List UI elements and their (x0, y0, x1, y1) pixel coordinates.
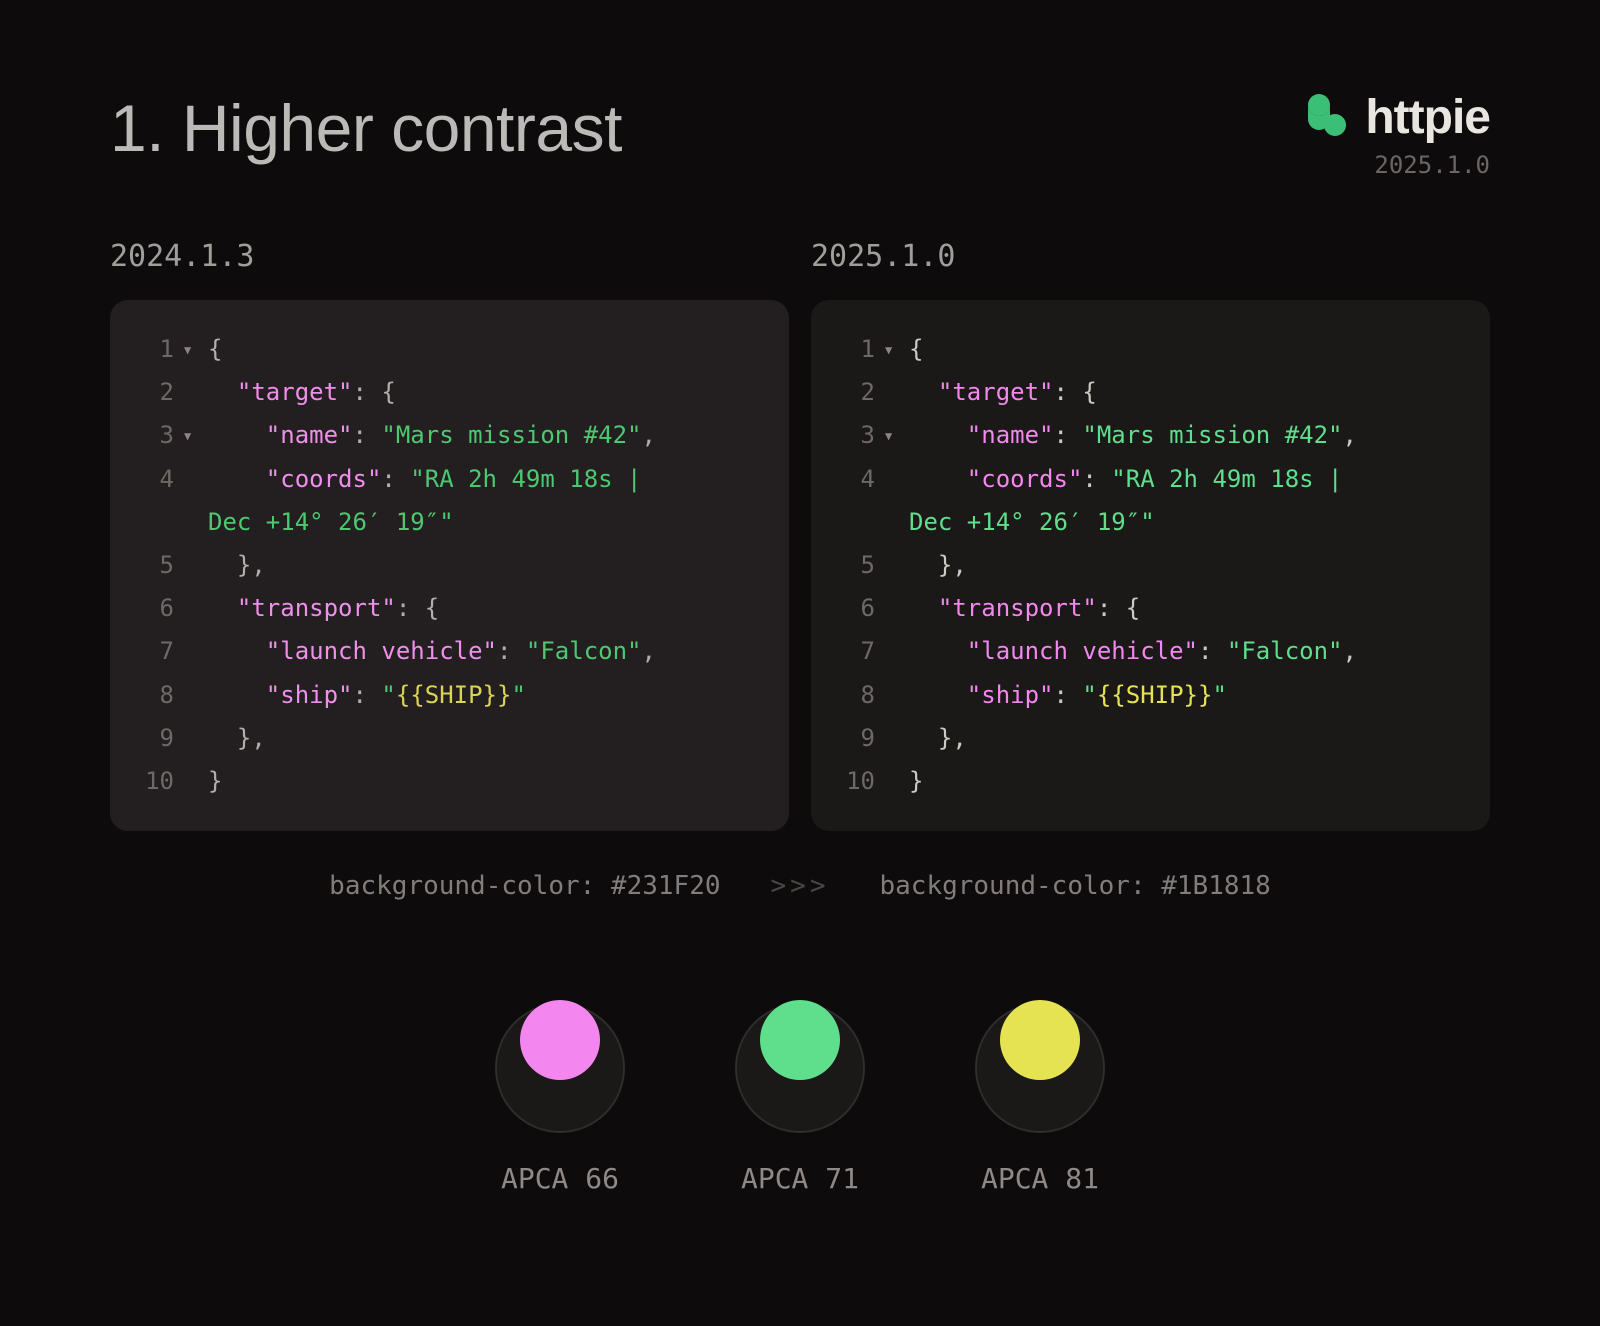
line-number: 1 (132, 328, 174, 371)
swatch-label: APCA 71 (741, 1162, 859, 1195)
code-line: 9 }, (833, 717, 1462, 760)
code-line: 6 "transport": { (132, 587, 761, 630)
fold-icon[interactable] (184, 544, 208, 556)
line-number: 3 (833, 414, 875, 457)
right-version-label: 2025.1.0 (811, 239, 1490, 274)
fold-icon[interactable] (184, 760, 208, 772)
brand-version: 2025.1.0 (1374, 151, 1490, 179)
code-line: 5 }, (833, 544, 1462, 587)
code-line: 1▼{ (833, 328, 1462, 371)
fold-icon[interactable] (184, 717, 208, 729)
line-number: 10 (132, 760, 174, 803)
fold-icon[interactable]: ▼ (184, 328, 208, 362)
line-number: 6 (132, 587, 174, 630)
swatch-color-disc (1000, 1000, 1080, 1080)
fold-icon[interactable] (184, 674, 208, 686)
code-line: 9 }, (132, 717, 761, 760)
code-line: 4 "coords": "RA 2h 49m 18s | (132, 458, 761, 501)
apca-swatch: APCA 71 (735, 996, 865, 1195)
apca-swatch: APCA 66 (495, 996, 625, 1195)
apca-swatches: APCA 66 APCA 71 APCA 81 (110, 996, 1490, 1195)
code-line: 10} (132, 760, 761, 803)
code-panel-new: 1▼{2 "target": {3▼ "name": "Mars mission… (811, 300, 1490, 831)
code-line: 2 "target": { (833, 371, 1462, 414)
fold-icon[interactable]: ▼ (885, 414, 909, 448)
swatch-label: APCA 81 (981, 1162, 1099, 1195)
fold-icon[interactable]: ▼ (885, 328, 909, 362)
code-line: 3▼ "name": "Mars mission #42", (132, 414, 761, 457)
swatch-label: APCA 66 (501, 1162, 619, 1195)
fold-icon[interactable] (885, 630, 909, 642)
code-line: Dec +14° 26′ 19″" (132, 501, 761, 544)
code-line: 8 "ship": "{{SHIP}}" (833, 674, 1462, 717)
code-line: 3▼ "name": "Mars mission #42", (833, 414, 1462, 457)
code-line: Dec +14° 26′ 19″" (833, 501, 1462, 544)
line-number: 9 (833, 717, 875, 760)
right-caption: background-color: #1B1818 (879, 871, 1270, 901)
code-line: 10} (833, 760, 1462, 803)
fold-icon[interactable] (184, 458, 208, 470)
code-line: 2 "target": { (132, 371, 761, 414)
line-number: 2 (833, 371, 875, 414)
line-number: 1 (833, 328, 875, 371)
fold-icon[interactable] (885, 371, 909, 383)
line-number: 8 (132, 674, 174, 717)
line-number: 6 (833, 587, 875, 630)
fold-icon[interactable] (885, 717, 909, 729)
line-number: 10 (833, 760, 875, 803)
code-line: 8 "ship": "{{SHIP}}" (132, 674, 761, 717)
code-line: 1▼{ (132, 328, 761, 371)
code-line: 6 "transport": { (833, 587, 1462, 630)
line-number: 5 (132, 544, 174, 587)
left-caption: background-color: #231F20 (329, 871, 720, 901)
fold-icon[interactable] (885, 674, 909, 686)
left-version-label: 2024.1.3 (110, 239, 789, 274)
fold-icon[interactable] (184, 371, 208, 383)
fold-icon[interactable] (885, 544, 909, 556)
line-number: 7 (833, 630, 875, 673)
line-number: 2 (132, 371, 174, 414)
line-number: 3 (132, 414, 174, 457)
apca-swatch: APCA 81 (975, 996, 1105, 1195)
page-title: 1. Higher contrast (110, 90, 622, 166)
code-line: 7 "launch vehicle": "Falcon", (132, 630, 761, 673)
brand-logo-icon (1303, 91, 1351, 144)
fold-icon[interactable] (885, 587, 909, 599)
code-line: 4 "coords": "RA 2h 49m 18s | (833, 458, 1462, 501)
code-line: 5 }, (132, 544, 761, 587)
swatch-color-disc (760, 1000, 840, 1080)
line-number: 9 (132, 717, 174, 760)
code-line: 7 "launch vehicle": "Falcon", (833, 630, 1462, 673)
separator: >>> (771, 871, 830, 901)
line-number: 4 (132, 458, 174, 501)
fold-icon[interactable]: ▼ (184, 414, 208, 448)
line-number: 5 (833, 544, 875, 587)
fold-icon[interactable] (885, 760, 909, 772)
line-number: 4 (833, 458, 875, 501)
brand: httpie 2025.1.0 (1303, 90, 1490, 179)
code-panel-old: 1▼{2 "target": {3▼ "name": "Mars mission… (110, 300, 789, 831)
line-number: 7 (132, 630, 174, 673)
fold-icon[interactable] (885, 458, 909, 470)
line-number: 8 (833, 674, 875, 717)
fold-icon[interactable] (184, 630, 208, 642)
swatch-color-disc (520, 1000, 600, 1080)
brand-name: httpie (1365, 90, 1490, 145)
fold-icon[interactable] (184, 587, 208, 599)
